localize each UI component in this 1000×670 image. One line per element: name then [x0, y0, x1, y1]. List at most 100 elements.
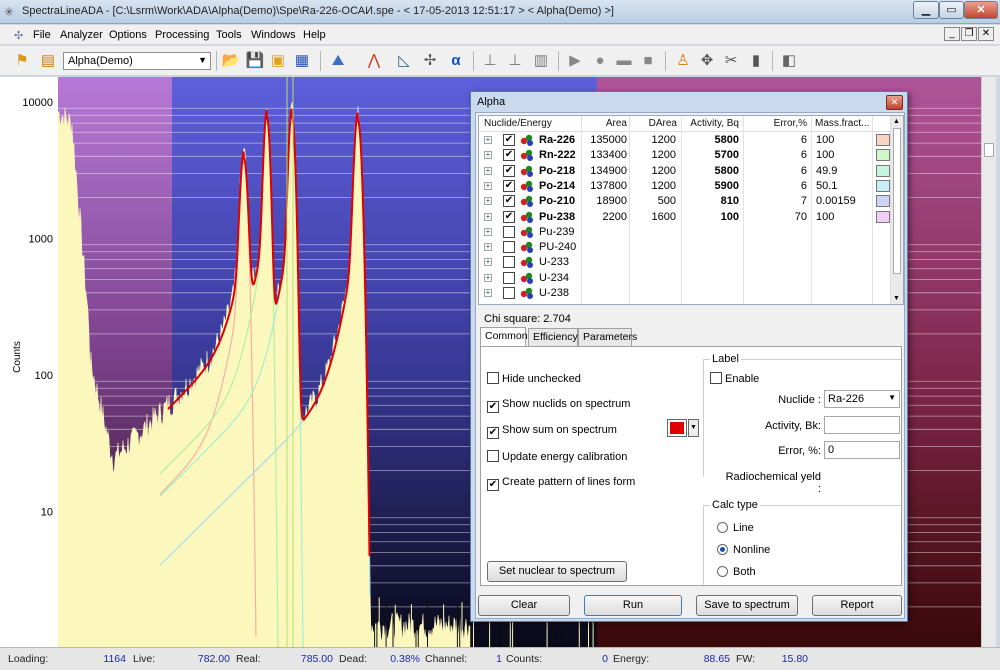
row-checkbox[interactable]: ✔	[503, 195, 515, 208]
start-icon[interactable]: ▶	[565, 51, 585, 71]
table-row[interactable]: + ✔ Rn-222 133400 1200 5700 6 100	[479, 148, 892, 163]
maximize-button[interactable]: ▭	[939, 1, 964, 19]
clear-button[interactable]: Clear	[478, 595, 570, 616]
stop-icon[interactable]: ■	[638, 51, 658, 71]
table-row[interactable]: + U-234	[479, 271, 892, 286]
table-row[interactable]: + ✔ Ra-226 135000 1200 5800 6 100	[479, 133, 892, 148]
checkbox-box[interactable]	[710, 372, 722, 384]
calc-line-radio[interactable]: Line	[717, 522, 754, 534]
checkbox-box[interactable]: ✔	[487, 427, 499, 439]
run-button[interactable]: Run	[584, 595, 682, 616]
col-darea[interactable]: DArea	[629, 118, 677, 129]
settings-icon[interactable]: ✥	[697, 51, 717, 71]
nuclide-select[interactable]: Ra-226 ▼	[824, 390, 900, 408]
library-icon[interactable]: ◧	[779, 51, 799, 71]
expand-icon[interactable]: +	[484, 151, 492, 160]
scroll-up-icon[interactable]: ▲	[893, 118, 900, 125]
expand-icon[interactable]: +	[484, 243, 492, 252]
menu-file[interactable]: File	[33, 29, 51, 41]
menu-processing[interactable]: Processing	[155, 29, 209, 41]
table-row[interactable]: + ✔ Po-210 18900 500 810 7 0.00159	[479, 194, 892, 209]
set-nuclear-button[interactable]: Set nuclear to spectrum	[487, 561, 627, 582]
expand-icon[interactable]: +	[484, 273, 492, 282]
marker-icon[interactable]: ✢	[420, 51, 440, 71]
save-to-spectrum-button[interactable]: Save to spectrum	[696, 595, 798, 616]
color-swatch[interactable]	[876, 195, 890, 208]
row-checkbox[interactable]	[503, 287, 515, 299]
tools-icon[interactable]: ✂	[721, 51, 741, 71]
col-activity[interactable]: Activity, Bq	[683, 118, 739, 129]
calc-nonline-radio[interactable]: Nonline	[717, 544, 770, 556]
col-nuclide[interactable]: Nuclide/Energy	[484, 118, 552, 129]
save-icon[interactable]: 💾	[245, 51, 265, 71]
nuclide-table[interactable]: Nuclide/Energy Area DArea Activity, Bq E…	[478, 115, 904, 305]
dialog-close-button[interactable]: ✕	[886, 95, 903, 110]
vertical-scrollbar[interactable]	[981, 77, 996, 647]
color-swatch[interactable]	[876, 210, 890, 223]
table-row[interactable]: + Pu-239	[479, 225, 892, 240]
scrollbar-thumb[interactable]	[893, 128, 901, 274]
sum-color-swatch[interactable]	[667, 419, 687, 437]
tab-parameters[interactable]: Parameters	[578, 328, 637, 346]
compare-icon[interactable]: ⊥	[505, 51, 525, 71]
row-checkbox[interactable]: ✔	[503, 149, 515, 162]
checkbox-box[interactable]	[487, 450, 499, 462]
table-row[interactable]: + ✔ Po-218 134900 1200 5800 6 49.9	[479, 164, 892, 179]
table-row[interactable]: + ✔ Pu-238 2200 1600 100 70 100	[479, 210, 892, 225]
show-nuclides-checkbox[interactable]: ✔ Show nuclids on spectrum	[487, 398, 630, 413]
overlay-icon[interactable]: ▥	[531, 51, 551, 71]
checkbox-box[interactable]	[487, 372, 499, 384]
table-row[interactable]: + U-233	[479, 255, 892, 270]
tab-common[interactable]: Common	[480, 327, 528, 347]
book-icon[interactable]: ▮	[746, 51, 766, 71]
report-button[interactable]: Report	[812, 595, 902, 616]
table-row[interactable]: + ✔ Po-214 137800 1200 5900 6 50.1	[479, 179, 892, 194]
menu-help[interactable]: Help	[303, 29, 326, 41]
expand-icon[interactable]: +	[484, 258, 492, 267]
color-swatch[interactable]	[876, 164, 890, 177]
col-error[interactable]: Error,%	[747, 118, 807, 129]
record-icon[interactable]: ●	[590, 51, 610, 71]
row-checkbox[interactable]: ✔	[503, 210, 515, 223]
color-swatch[interactable]	[876, 179, 890, 192]
row-checkbox[interactable]	[503, 256, 515, 269]
mdi-minimize-button[interactable]: _	[944, 27, 960, 41]
row-checkbox[interactable]: ✔	[503, 164, 515, 177]
spectrum-icon[interactable]: ⊥	[480, 51, 500, 71]
update-energy-checkbox[interactable]: Update energy calibration	[487, 450, 627, 463]
expand-icon[interactable]: +	[484, 197, 492, 206]
create-pattern-checkbox[interactable]: ✔ Create pattern of lines form	[487, 476, 635, 491]
row-checkbox[interactable]	[503, 241, 515, 254]
table-row[interactable]: + U-238	[479, 286, 892, 301]
notes-icon[interactable]: ▤	[38, 51, 58, 71]
pause-icon[interactable]: ▬	[614, 51, 634, 71]
row-checkbox[interactable]: ✔	[503, 134, 515, 146]
minimize-button[interactable]: ▁	[913, 1, 939, 19]
expand-icon[interactable]: +	[484, 289, 492, 297]
expand-icon[interactable]: +	[484, 166, 492, 175]
detector-select[interactable]: Alpha(Demo) ▼	[63, 52, 211, 70]
row-checkbox[interactable]	[503, 225, 515, 238]
radio-dot[interactable]	[717, 566, 728, 577]
mdi-restore-button[interactable]: ❐	[961, 27, 977, 41]
radio-dot[interactable]	[717, 544, 728, 555]
row-checkbox[interactable]: ✔	[503, 179, 515, 192]
color-swatch[interactable]	[876, 134, 890, 146]
menu-windows[interactable]: Windows	[251, 29, 296, 41]
checkbox-box[interactable]: ✔	[487, 401, 499, 413]
peak-fit-icon[interactable]: ⋀	[364, 51, 384, 71]
expand-icon[interactable]: +	[484, 212, 492, 221]
expand-icon[interactable]: +	[484, 181, 492, 190]
mdi-close-button[interactable]: ✕	[978, 27, 994, 41]
expand-icon[interactable]: +	[484, 227, 492, 236]
open-folder-icon[interactable]: 📂	[221, 51, 241, 71]
row-checkbox[interactable]	[503, 271, 515, 284]
col-area[interactable]: Area	[591, 118, 627, 129]
chevron-down-icon[interactable]: ▼	[688, 419, 699, 437]
show-sum-checkbox[interactable]: ✔ Show sum on spectrum	[487, 424, 617, 439]
export-icon[interactable]: ▣	[268, 51, 288, 71]
calibration-icon[interactable]: ◺	[394, 51, 414, 71]
menu-analyzer[interactable]: Analyzer	[60, 29, 103, 41]
activity-input[interactable]	[824, 416, 900, 434]
hide-unchecked-checkbox[interactable]: Hide unchecked	[487, 372, 581, 385]
